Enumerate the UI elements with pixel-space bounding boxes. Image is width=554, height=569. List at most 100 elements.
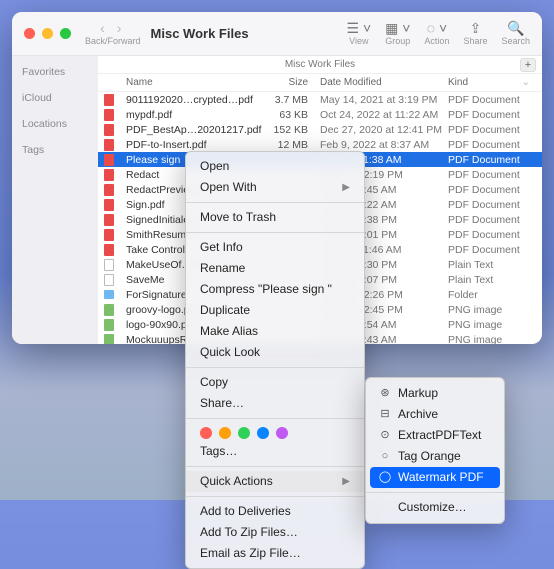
file-icon (98, 124, 120, 136)
qa-markup[interactable]: ⊛Markup (366, 383, 504, 404)
zoom-icon[interactable] (60, 28, 71, 39)
file-icon (98, 199, 120, 211)
file-icon (98, 154, 120, 166)
menu-open-with[interactable]: Open With▶ (186, 177, 364, 198)
file-date: Feb 9, 2022 at 8:37 AM (314, 139, 442, 151)
file-kind: PDF Document (442, 109, 542, 121)
file-icon (98, 244, 120, 256)
qa-archive[interactable]: ⊟Archive (366, 404, 504, 425)
file-kind: PDF Document (442, 154, 542, 166)
quick-actions-submenu: ⊛Markup ⊟Archive ⊙ExtractPDFText ○Tag Or… (365, 377, 505, 524)
sidebar-item-favorites[interactable]: Favorites (22, 66, 88, 78)
tag-orange-icon[interactable] (219, 427, 231, 439)
file-icon (98, 334, 120, 345)
toolbar-action[interactable]: ◌ ˅ Action (424, 21, 449, 46)
file-icon (98, 109, 120, 121)
toolbar-search[interactable]: 🔍 Search (501, 21, 530, 46)
qa-customize[interactable]: Customize… (366, 497, 504, 518)
group-icon: ▦ ˅ (385, 21, 410, 35)
menu-compress[interactable]: Compress "Please sign " (186, 279, 364, 300)
column-headers: Name Size Date Modified Kind⌄ (98, 74, 542, 92)
file-icon (98, 94, 120, 106)
toolbar-view[interactable]: ☰ ˅ View (347, 21, 372, 46)
file-name: PDF_BestAp…20201217.pdf (120, 124, 260, 136)
file-kind: PNG image (442, 319, 542, 331)
menu-rename[interactable]: Rename (186, 258, 364, 279)
file-icon (98, 184, 120, 196)
window-title: Misc Work Files (151, 26, 249, 41)
gear-icon: ◌ ˅ (427, 21, 447, 35)
table-row[interactable]: PDF-to-Insert.pdf12 MBFeb 9, 2022 at 8:3… (98, 137, 542, 152)
toolbar-group[interactable]: ▦ ˅ Group (385, 21, 410, 46)
file-icon (98, 304, 120, 316)
menu-add-deliveries[interactable]: Add to Deliveries (186, 501, 364, 522)
menu-copy[interactable]: Copy (186, 372, 364, 393)
file-icon (98, 214, 120, 226)
search-icon: 🔍 (507, 21, 524, 35)
menu-quick-look[interactable]: Quick Look (186, 342, 364, 363)
path-text: Misc Work Files (285, 59, 355, 70)
file-icon (98, 169, 120, 181)
minimize-icon[interactable] (42, 28, 53, 39)
file-kind: PDF Document (442, 229, 542, 241)
menu-share[interactable]: Share… (186, 393, 364, 414)
file-kind: Plain Text (442, 259, 542, 271)
toolbar-share[interactable]: ⇪ Share (463, 21, 487, 46)
file-size: 3.7 MB (260, 94, 314, 106)
col-name[interactable]: Name (120, 77, 260, 88)
menu-add-zip[interactable]: Add To Zip Files… (186, 522, 364, 543)
tag-blue-icon[interactable] (257, 427, 269, 439)
col-size[interactable]: Size (260, 77, 314, 88)
file-size: 12 MB (260, 139, 314, 151)
qa-watermark[interactable]: ◯Watermark PDF (370, 467, 500, 488)
list-view-icon: ☰ ˅ (347, 21, 372, 35)
sidebar-item-tags[interactable]: Tags (22, 144, 88, 156)
chevron-right-icon: ▶ (342, 473, 350, 490)
chevron-right-icon: ▶ (342, 179, 350, 196)
menu-make-alias[interactable]: Make Alias (186, 321, 364, 342)
file-name: PDF-to-Insert.pdf (120, 139, 260, 151)
table-row[interactable]: PDF_BestAp…20201217.pdf152 KBDec 27, 202… (98, 122, 542, 137)
menu-open[interactable]: Open (186, 156, 364, 177)
path-bar: Misc Work Files + (98, 56, 542, 74)
nav-back-forward[interactable]: ‹ › Back/Forward (85, 21, 141, 46)
col-kind[interactable]: Kind⌄ (442, 77, 542, 88)
context-menu: Open Open With▶ Move to Trash Get Info R… (185, 151, 365, 569)
markup-icon: ⊛ (378, 385, 392, 402)
table-row[interactable]: mypdf.pdf63 KBOct 24, 2022 at 11:22 AMPD… (98, 107, 542, 122)
tag-icon: ○ (378, 448, 392, 465)
tag-green-icon[interactable] (238, 427, 250, 439)
col-date[interactable]: Date Modified (314, 77, 442, 88)
menu-quick-actions[interactable]: Quick Actions▶ (186, 471, 364, 492)
archive-icon: ⊟ (378, 406, 392, 423)
menu-tags[interactable]: Tags… (186, 441, 364, 462)
menu-duplicate[interactable]: Duplicate (186, 300, 364, 321)
sidebar-item-locations[interactable]: Locations (22, 118, 88, 130)
file-size: 63 KB (260, 109, 314, 121)
menu-trash[interactable]: Move to Trash (186, 207, 364, 228)
menu-email-zip[interactable]: Email as Zip File… (186, 543, 364, 564)
tag-purple-icon[interactable] (276, 427, 288, 439)
sidebar: Favorites iCloud Locations Tags (12, 56, 98, 344)
qa-extract[interactable]: ⊙ExtractPDFText (366, 425, 504, 446)
file-kind: PDF Document (442, 244, 542, 256)
menu-tag-colors[interactable] (186, 423, 364, 441)
menu-get-info[interactable]: Get Info (186, 237, 364, 258)
sidebar-item-icloud[interactable]: iCloud (22, 92, 88, 104)
file-kind: PDF Document (442, 184, 542, 196)
close-icon[interactable] (24, 28, 35, 39)
tag-red-icon[interactable] (200, 427, 212, 439)
qa-tag-orange[interactable]: ○Tag Orange (366, 446, 504, 467)
extract-icon: ⊙ (378, 427, 392, 444)
file-kind: PNG image (442, 334, 542, 345)
file-date: Oct 24, 2022 at 11:22 AM (314, 109, 442, 121)
file-kind: PNG image (442, 304, 542, 316)
file-date: May 14, 2021 at 3:19 PM (314, 94, 442, 106)
watermark-icon: ◯ (378, 469, 392, 486)
chevron-down-icon: ⌄ (522, 77, 530, 88)
add-button[interactable]: + (520, 58, 536, 72)
table-row[interactable]: 9011192020…crypted…pdf3.7 MBMay 14, 2021… (98, 92, 542, 107)
chevron-left-right-icon: ‹ › (100, 21, 125, 35)
window-controls (24, 28, 71, 39)
file-icon (98, 139, 120, 151)
